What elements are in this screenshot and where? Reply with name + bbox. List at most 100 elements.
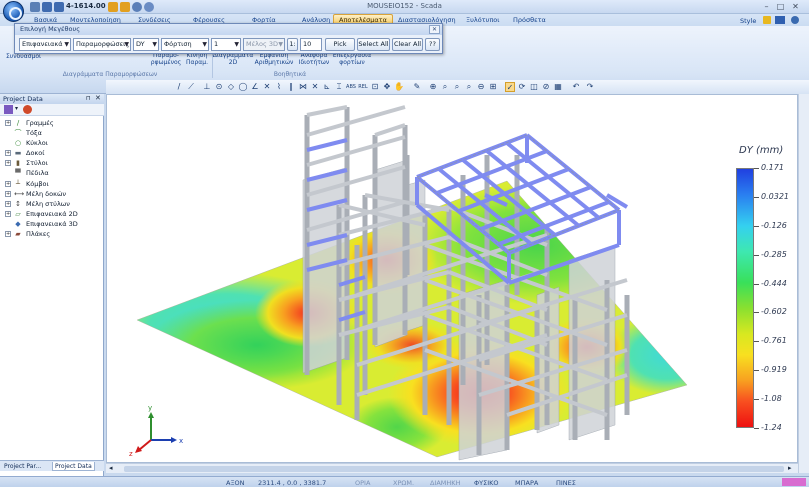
- structure-3d-model[interactable]: y x z: [107, 95, 798, 463]
- scroll-right-icon[interactable]: ▸: [788, 464, 792, 472]
- case-type-select[interactable]: Φόρτιση ▼: [161, 38, 209, 51]
- layers-icon[interactable]: ▦: [553, 82, 563, 92]
- show-numeric-button[interactable]: Εμφάνιση Αριθμητικών: [254, 52, 294, 66]
- center-snap-icon[interactable]: ⊙: [214, 82, 224, 92]
- tree-item[interactable]: + ▱ Επιφανειακά 2D: [0, 209, 104, 219]
- status-axis[interactable]: ΑΞΟΝ: [226, 479, 245, 487]
- pan-icon[interactable]: ✥: [382, 82, 392, 92]
- load-edit-button[interactable]: Επεξεργασία φορτίων: [332, 52, 372, 66]
- deformed-button[interactable]: Παραμο- ρφωμένος: [150, 52, 182, 66]
- status-longitudinal[interactable]: ΔΙΑΜΗΚΗ: [430, 479, 460, 487]
- dimension-icon[interactable]: ⌶: [334, 82, 344, 92]
- tree-item[interactable]: + ↕ Μέλη στύλων: [0, 199, 104, 209]
- angle-snap-icon[interactable]: ∠: [250, 82, 260, 92]
- perpendicular-icon[interactable]: ⊥: [202, 82, 212, 92]
- rotate-3d-icon[interactable]: ⟳: [517, 82, 527, 92]
- pin-icon[interactable]: ⊓: [86, 95, 91, 102]
- zoom-previous-icon[interactable]: ⌕: [452, 82, 462, 92]
- app-menu-button[interactable]: [3, 1, 24, 22]
- pencil-icon[interactable]: ✎: [412, 82, 422, 92]
- vertical-scrollbar[interactable]: [798, 94, 809, 473]
- zoom-out-icon[interactable]: ⊖: [476, 82, 486, 92]
- tree-item[interactable]: ◆ Επιφανειακά 3D: [0, 219, 104, 229]
- tree-item[interactable]: + ▮ Στύλοι: [0, 158, 104, 168]
- undo-view-icon[interactable]: ↶: [571, 82, 581, 92]
- tree-item[interactable]: ▀ Πέδιλα: [0, 168, 104, 178]
- combinations-label[interactable]: Συνδυασμοί: [6, 53, 41, 60]
- expand-icon[interactable]: +: [5, 180, 11, 187]
- expand-icon[interactable]: +: [5, 160, 11, 167]
- style-menu[interactable]: Style: [740, 17, 756, 25]
- frame-icon[interactable]: ⊡: [370, 82, 380, 92]
- expand-icon[interactable]: +: [5, 231, 11, 238]
- tree-item[interactable]: + / Γραμμές: [0, 118, 104, 128]
- intersection-snap-icon[interactable]: ✕: [262, 82, 272, 92]
- horizontal-scroll-thumb[interactable]: [124, 466, 784, 472]
- zoom-in-icon[interactable]: ⊕: [428, 82, 438, 92]
- lock-icon[interactable]: [763, 16, 771, 24]
- status-bar-toggle[interactable]: ΜΠΑΡΑ: [515, 479, 538, 487]
- zoom-window-icon[interactable]: ⌕: [440, 82, 450, 92]
- dialog-close-icon[interactable]: ✕: [429, 25, 440, 34]
- line-tool-icon[interactable]: /: [174, 82, 184, 92]
- tab-project-parameters[interactable]: Project Par...: [2, 462, 43, 471]
- help-icon[interactable]: [791, 16, 799, 24]
- rel-coords-icon[interactable]: REL: [358, 82, 368, 92]
- grid-snap-icon[interactable]: ⋈: [298, 82, 308, 92]
- quadrant-snap-icon[interactable]: ◇: [226, 82, 236, 92]
- zoom-extents-icon[interactable]: ⊞: [488, 82, 498, 92]
- case-number-select[interactable]: 1 ▼: [211, 38, 241, 51]
- expand-icon[interactable]: +: [5, 150, 11, 157]
- expand-icon[interactable]: +: [5, 210, 11, 217]
- filter-icon[interactable]: [4, 105, 13, 114]
- scale-input[interactable]: 10: [300, 38, 322, 51]
- status-limits[interactable]: ΟΡΙΑ: [355, 479, 370, 487]
- help-button[interactable]: ??: [425, 38, 440, 51]
- minimize-icon[interactable]: –: [761, 1, 772, 12]
- dropdown-icon[interactable]: ▾: [15, 105, 18, 112]
- horizontal-scrollbar[interactable]: ◂ ▸: [106, 463, 798, 473]
- maximize-icon[interactable]: □: [775, 1, 786, 12]
- panel-close-icon[interactable]: ✕: [95, 94, 101, 102]
- tab-addins[interactable]: Πρόσθετα: [513, 16, 546, 24]
- scroll-left-icon[interactable]: ◂: [109, 464, 113, 472]
- tree-item[interactable]: + ▰ Πλάκες: [0, 229, 104, 239]
- 3d-viewport[interactable]: y x z: [106, 94, 798, 463]
- tree-item[interactable]: + ▬ Δοκοί: [0, 148, 104, 158]
- status-physical[interactable]: ΦΥΣΙΚΟ: [474, 479, 499, 487]
- status-color[interactable]: ΧΡΩΜ.: [393, 479, 414, 487]
- quantity-select[interactable]: Παραμορφώσεις ▼: [73, 38, 131, 51]
- expand-icon[interactable]: +: [5, 200, 11, 207]
- tree-item[interactable]: ⌒ Τόξα: [0, 128, 104, 138]
- ortho-icon[interactable]: ⊾: [322, 82, 332, 92]
- render-mode-icon[interactable]: ✓: [505, 82, 515, 92]
- section-icon[interactable]: ⊘: [541, 82, 551, 92]
- tree-item[interactable]: ○ Κύκλοι: [0, 138, 104, 148]
- tree-item[interactable]: + ⟷ Μέλη δοκών: [0, 189, 104, 199]
- tab-formwork[interactable]: Ξυλότυποι: [466, 16, 499, 24]
- pick-button[interactable]: Pick: [325, 38, 355, 51]
- tab-project-data[interactable]: Project Data: [52, 462, 95, 471]
- status-tables[interactable]: ΠΙΝΕΣ: [556, 479, 576, 487]
- nearest-snap-icon[interactable]: ⌇: [274, 82, 284, 92]
- clear-all-button[interactable]: Clear All: [392, 38, 423, 51]
- cross-snap-icon[interactable]: ✕: [310, 82, 320, 92]
- category-select[interactable]: Επιφανειακά ▼: [19, 38, 71, 51]
- tangent-snap-icon[interactable]: ◯: [238, 82, 248, 92]
- polyline-tool-icon[interactable]: ⟋: [186, 82, 196, 92]
- close-icon[interactable]: ✕: [790, 1, 801, 12]
- zoom-dynamic-icon[interactable]: ⌕: [464, 82, 474, 92]
- component-select[interactable]: DY ▼: [133, 38, 159, 51]
- animation-button[interactable]: Κίνηση Παραμ.: [183, 52, 211, 66]
- hand-icon[interactable]: ✋: [394, 82, 404, 92]
- clear-filter-icon[interactable]: [23, 105, 32, 114]
- expand-icon[interactable]: +: [5, 190, 11, 197]
- redo-view-icon[interactable]: ↷: [585, 82, 595, 92]
- tree-item[interactable]: + ┴ Κόμβοι: [0, 179, 104, 189]
- abs-coords-icon[interactable]: ABS: [346, 82, 356, 92]
- properties-report-button[interactable]: Αναφορά Ιδιοτήτων: [294, 52, 334, 66]
- parallel-icon[interactable]: ∥: [286, 82, 296, 92]
- expand-icon[interactable]: +: [5, 120, 11, 126]
- view-cube-icon[interactable]: ◫: [529, 82, 539, 92]
- diagrams-2d-button[interactable]: Διαγράμματα 2D: [212, 52, 254, 66]
